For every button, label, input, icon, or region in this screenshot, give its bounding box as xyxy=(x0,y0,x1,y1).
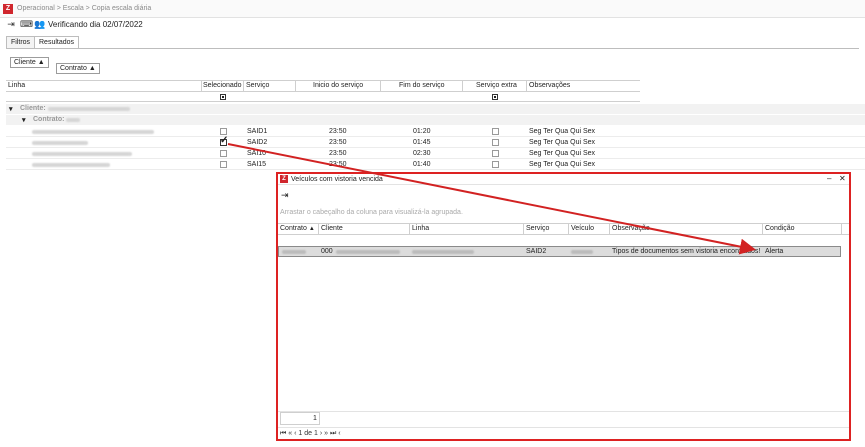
annotation-arrow xyxy=(227,143,756,255)
